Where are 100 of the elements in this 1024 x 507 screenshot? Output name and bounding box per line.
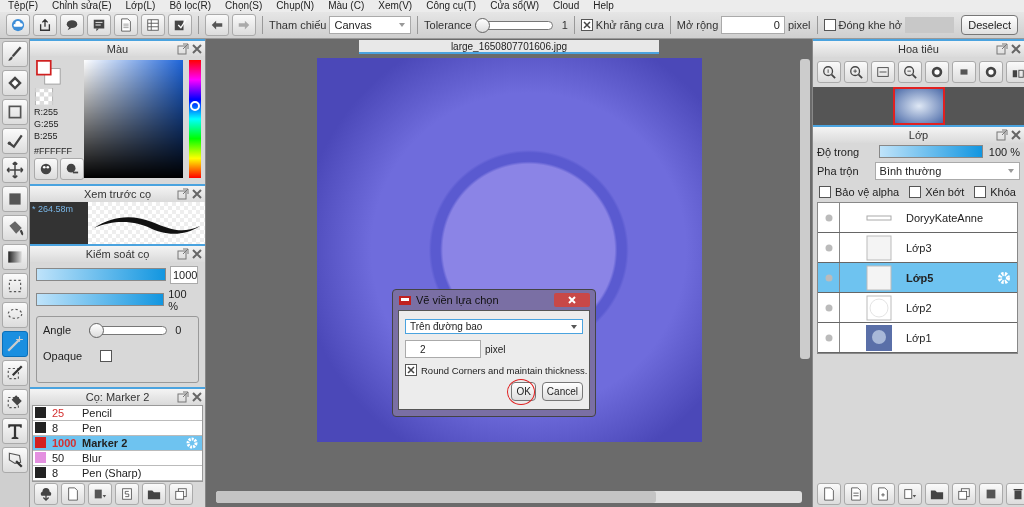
tool-button[interactable] — [1, 70, 28, 96]
delete-icon[interactable] — [1006, 483, 1024, 505]
tool-button[interactable] — [1, 360, 28, 386]
visibility-dot-icon[interactable] — [824, 213, 833, 222]
tool-button[interactable] — [1, 244, 28, 270]
checklist-icon[interactable] — [168, 14, 192, 36]
menu-item[interactable]: Cửa sổ(W) — [490, 0, 540, 12]
share-icon[interactable] — [33, 14, 57, 36]
menu-item[interactable]: Lớp(L) — [125, 0, 156, 12]
tool-button[interactable] — [1, 215, 28, 241]
checkbox[interactable] — [974, 186, 987, 198]
zoom-actual-icon[interactable] — [817, 61, 841, 83]
color-field[interactable] — [84, 60, 184, 179]
list-icon[interactable] — [141, 14, 165, 36]
tool-button[interactable] — [1, 389, 28, 415]
popout-icon[interactable] — [177, 391, 189, 404]
brush-item[interactable]: 8 Pen (Sharp) — [33, 465, 202, 481]
layer-item[interactable]: Lớp1 — [818, 323, 1017, 353]
menu-item[interactable]: Help — [593, 0, 614, 12]
tolerance-slider[interactable] — [474, 17, 553, 33]
checkbox[interactable] — [580, 19, 593, 31]
ok-button[interactable]: OK — [511, 382, 536, 401]
mode-dropdown[interactable]: Trên đường bao — [405, 319, 583, 334]
transparent-swatch-icon[interactable] — [34, 88, 54, 106]
hue-slider[interactable] — [189, 60, 201, 179]
new-layer-icon[interactable] — [871, 483, 895, 505]
document-icon[interactable] — [844, 483, 868, 505]
close-icon[interactable] — [191, 188, 203, 201]
document-tab[interactable]: large_1650807701606.jpg — [359, 40, 659, 54]
palette-icon[interactable] — [34, 158, 58, 181]
blend-dropdown[interactable]: Bình thường — [874, 162, 1020, 180]
popout-icon[interactable] — [177, 188, 189, 201]
menu-item[interactable]: Màu (C) — [328, 0, 365, 12]
document-icon[interactable] — [114, 14, 138, 36]
width-field[interactable]: 2 — [405, 340, 481, 358]
scrollbar[interactable] — [800, 59, 810, 359]
merge-icon[interactable] — [979, 483, 1003, 505]
undo-icon[interactable] — [205, 14, 229, 36]
close-icon[interactable] — [191, 43, 203, 55]
zoom-out-icon[interactable] — [898, 61, 922, 83]
visibility-dot-icon[interactable] — [824, 273, 833, 282]
layer-item[interactable]: Lớp2 — [818, 293, 1017, 323]
cancel-button[interactable]: Cancel — [541, 382, 583, 401]
brush-item[interactable]: 25 Pencil — [33, 405, 202, 421]
menu-item[interactable]: Xem(V) — [378, 0, 413, 12]
size-field[interactable]: 1000 — [170, 265, 198, 284]
size-bar[interactable] — [37, 269, 165, 281]
deselect-button[interactable]: Deselect — [961, 15, 1018, 35]
cloud-download-icon[interactable] — [34, 483, 58, 506]
close-button[interactable] — [554, 293, 590, 307]
new-page-icon[interactable] — [61, 483, 85, 506]
tool-button[interactable] — [1, 99, 28, 125]
close-icon[interactable] — [191, 391, 203, 404]
fit-screen-icon[interactable] — [871, 61, 895, 83]
tool-button[interactable] — [1, 157, 28, 183]
reference-dropdown[interactable]: Canvas — [329, 16, 412, 34]
close-icon[interactable] — [1010, 129, 1022, 141]
checkbox[interactable] — [909, 186, 922, 198]
close-icon[interactable] — [1010, 43, 1022, 55]
tool-button[interactable] — [1, 128, 28, 154]
visibility-dot-icon[interactable] — [824, 243, 833, 252]
menu-item[interactable]: Chọn(S) — [225, 0, 263, 12]
popout-icon[interactable] — [996, 43, 1008, 55]
menu-item[interactable]: Công cụ(T) — [426, 0, 477, 12]
folder-icon[interactable] — [925, 483, 949, 505]
layer-item[interactable]: Lớp5 — [818, 263, 1017, 293]
duplicate-icon[interactable] — [952, 483, 976, 505]
slider-thumb[interactable] — [474, 17, 490, 33]
expand-field[interactable]: 0 — [721, 16, 785, 34]
popout-icon[interactable] — [996, 129, 1008, 141]
hue-handle-icon[interactable] — [190, 101, 201, 112]
copy-dropdown-icon[interactable] — [88, 483, 112, 506]
script-icon[interactable] — [115, 483, 139, 506]
brush-item[interactable]: 8 Pen — [33, 420, 202, 436]
checkbox[interactable] — [823, 19, 836, 31]
menu-item[interactable]: Cloud — [553, 0, 580, 12]
opacity-bar[interactable] — [37, 294, 164, 306]
tool-button[interactable] — [1, 186, 28, 212]
tool-button[interactable] — [1, 447, 28, 473]
folder-icon[interactable] — [142, 483, 166, 506]
scrollbar[interactable] — [216, 491, 802, 503]
brush-item[interactable]: 50 Blur — [33, 450, 202, 466]
menu-item[interactable]: Chỉnh sửa(E) — [52, 0, 112, 12]
checkbox[interactable] — [100, 349, 113, 362]
new-page-icon[interactable] — [817, 483, 841, 505]
visibility-dot-icon[interactable] — [824, 303, 833, 312]
angle-slider[interactable] — [89, 322, 168, 338]
gap-field[interactable] — [905, 17, 955, 33]
close-icon[interactable] — [191, 248, 203, 261]
color-swatch-icon[interactable] — [34, 60, 64, 87]
menu-item[interactable]: Tệp(F) — [8, 0, 38, 12]
checkbox[interactable] — [819, 186, 831, 198]
palette-edit-icon[interactable] — [60, 158, 84, 181]
checkbox[interactable] — [405, 364, 417, 376]
navigator-thumbnail[interactable] — [892, 87, 945, 125]
visibility-dot-icon[interactable] — [824, 333, 833, 342]
speech-bubble-icon[interactable] — [60, 14, 84, 36]
popout-icon[interactable] — [177, 43, 189, 55]
layer-item[interactable]: DoryyKateAnne — [818, 203, 1017, 233]
menu-item[interactable]: Bộ lọc(R) — [169, 0, 212, 12]
